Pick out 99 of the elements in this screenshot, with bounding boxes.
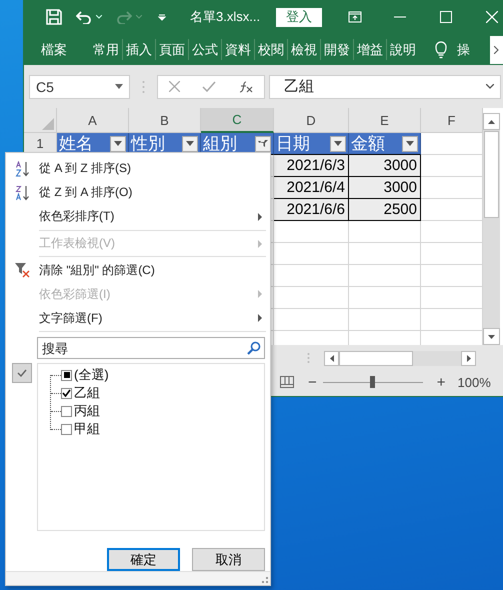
ribbon-tab[interactable]: 說明 [386,39,419,60]
filter-button[interactable] [110,136,126,152]
amount-cell: 3000 [349,177,421,199]
scroll-right-icon[interactable] [466,354,470,362]
submenu-arrow-icon [258,290,262,298]
close-icon[interactable] [486,11,498,23]
ribbon-tab[interactable]: 檢視 [287,39,320,60]
sort-descending-icon [14,184,30,201]
formula-field[interactable]: 乙組 [269,74,501,98]
header-cell: 金額 [349,133,421,155]
ribbon-tab[interactable]: 插入 [122,39,155,60]
date-cell: 2021/6/3 [274,155,349,177]
date-cell: 2021/6/4 [274,177,349,199]
grip-icon [142,80,145,94]
value-checkbox[interactable]: 丙組 [38,402,264,420]
date-cell: 2021/6/6 [274,199,349,221]
menu-item[interactable]: 從 Z 到 A 排序(O) [6,180,270,205]
resize-grip-icon[interactable] [262,577,268,583]
dropdown-arrow-icon [186,141,194,146]
ribbon-display-icon[interactable] [348,11,362,23]
search-field[interactable]: 搜尋 [37,337,265,360]
zoom-slider-thumb[interactable] [370,376,375,388]
lightbulb-icon [435,40,447,58]
ribbon-tab[interactable]: 開發 [320,39,353,60]
minimize-icon[interactable] [394,16,406,18]
menu-item[interactable]: 依色彩排序(T) [6,204,270,229]
scroll-up-icon[interactable] [488,120,495,124]
sign-in-button[interactable]: 登入 [276,8,322,26]
search-icon [247,341,261,356]
column-header[interactable]: D [274,108,349,133]
dialog-button[interactable]: 取消 [192,548,265,572]
checkmark-icon [62,389,71,398]
header-cell: 日期 [274,133,349,155]
submenu-arrow-icon [258,212,262,221]
ribbon-tab[interactable]: 增益 [353,39,386,60]
scroll-left-icon[interactable] [330,354,334,362]
name-box[interactable]: C5 [29,74,130,98]
function-icon[interactable] [238,80,253,92]
scrollbar-thumb[interactable] [484,131,499,218]
filter-icon [258,139,268,148]
check-icon[interactable] [202,81,216,92]
menu-item[interactable]: 文字篩選(F) [6,306,270,330]
clear-filter-icon [14,262,30,278]
value-checkbox[interactable]: 甲組 [38,420,264,438]
column-header[interactable]: E [349,108,421,133]
dropdown-arrow-icon [406,141,414,146]
empty-cell [349,221,421,243]
scroll-down-icon[interactable] [488,334,495,338]
select-all-checkbox[interactable]: (全選) [38,366,264,384]
maximize-icon[interactable] [440,11,452,23]
submenu-arrow-icon [258,240,262,248]
column-header[interactable]: F [421,108,483,133]
dropdown-arrow-icon [334,141,342,146]
tree-connector [50,375,51,430]
ribbon-tab[interactable]: 公式 [188,39,221,60]
tell-me-text[interactable]: 操 [457,40,470,58]
filter-button[interactable] [182,136,198,152]
empty-cell [349,265,421,287]
window-title: 名單3.xlsx... [190,8,260,26]
sort-ascending-icon [14,160,30,177]
customize-icon[interactable] [158,14,166,20]
amount-cell: 3000 [349,155,421,177]
dropdown-arrow-icon [115,84,123,89]
filter-button[interactable] [255,136,271,152]
ribbon-tab[interactable]: 資料 [221,39,254,60]
dropdown-arrow-icon [114,141,122,146]
vertical-scrollbar[interactable] [483,113,500,345]
chevron-right-icon [494,46,499,54]
scroll-right-button[interactable] [490,36,503,64]
ribbon-tab[interactable]: 常用 [90,34,122,65]
filter-button[interactable] [402,136,418,152]
value-checkbox[interactable]: 乙組 [38,384,264,402]
amount-cell: 2500 [349,199,421,221]
save-icon[interactable] [46,9,62,25]
zoom-in-button[interactable]: + [432,374,450,390]
column-header[interactable]: B [129,108,201,133]
menu-item[interactable]: 從 A 到 Z 排序(S) [6,157,270,181]
grip-icon [307,352,310,364]
column-header[interactable]: C [201,108,274,133]
dialog-button[interactable]: 確定 [107,548,180,572]
expand-chevron-icon [486,84,494,89]
zoom-level: 100% [458,374,491,390]
empty-cell [349,309,421,331]
ribbon-tab[interactable]: 頁面 [155,39,188,60]
zoom-out-button[interactable]: − [304,374,321,390]
ribbon-tab[interactable]: 校閱 [254,39,287,60]
empty-cell [349,287,421,309]
filter-button[interactable] [330,136,346,152]
submenu-arrow-icon [258,314,262,322]
scrollbar-thumb[interactable] [339,350,413,366]
ribbon-tab[interactable]: 檔案 [38,34,70,65]
empty-cell [349,243,421,265]
horizontal-scrollbar[interactable] [324,350,476,366]
undo-icon[interactable] [76,10,92,24]
check-icon [12,363,32,384]
column-header[interactable]: A [57,108,129,133]
menu-item[interactable]: 清除 "組別" 的篩選(C) [6,258,270,282]
triangle-icon [42,118,54,130]
page-layout-icon[interactable] [280,376,294,388]
